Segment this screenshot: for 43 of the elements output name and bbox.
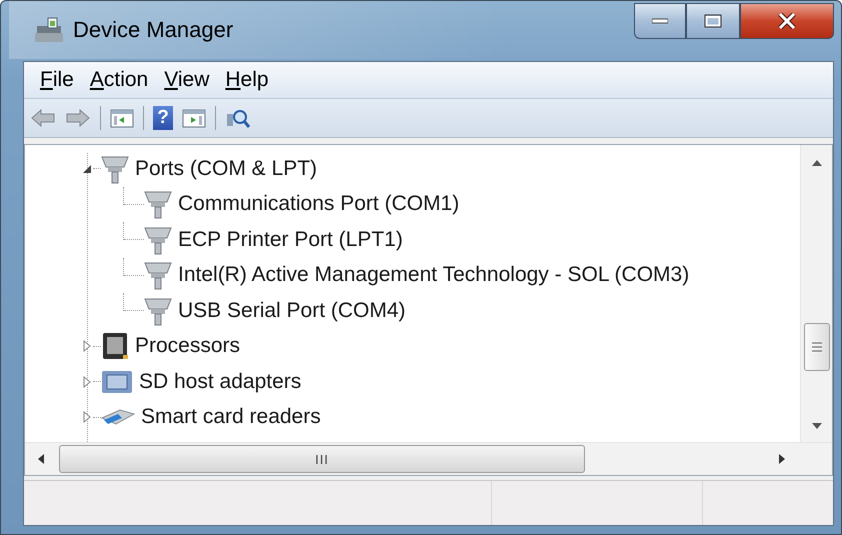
scroll-left-icon[interactable] xyxy=(37,453,45,465)
tree-item[interactable]: ECP Printer Port (LPT1) xyxy=(178,228,403,252)
device-manager-icon xyxy=(33,16,65,44)
port-icon xyxy=(144,260,172,290)
port-icon xyxy=(101,154,129,184)
menu-item[interactable]: Action xyxy=(84,66,154,94)
show-hide-tree-icon[interactable] xyxy=(110,108,134,128)
tree-item[interactable]: Processors xyxy=(135,334,240,358)
show-hide-action-pane-icon[interactable] xyxy=(182,108,206,128)
expand-arrow-icon[interactable] xyxy=(81,340,93,352)
tree-item[interactable]: Intel(R) Active Management Technology - SOL (COM3) xyxy=(178,263,690,288)
scrollbar-thumb[interactable] xyxy=(804,323,830,371)
collapse-arrow-icon[interactable] xyxy=(81,162,93,175)
card-reader-icon xyxy=(101,409,135,426)
tree-item[interactable]: Ports (COM & LPT) xyxy=(135,156,318,181)
vertical-scrollbar[interactable] xyxy=(800,145,832,442)
help-button[interactable]: ? xyxy=(153,106,173,130)
expand-arrow-icon[interactable] xyxy=(81,376,93,388)
forward-arrow-icon[interactable] xyxy=(65,108,91,128)
port-icon xyxy=(144,189,172,220)
tree-item[interactable]: Communications Port (COM1) xyxy=(178,192,460,216)
close-button[interactable] xyxy=(740,3,834,39)
processor-icon xyxy=(101,331,129,362)
minimize-icon xyxy=(652,18,668,24)
scroll-down-icon[interactable] xyxy=(810,422,822,430)
maximize-icon xyxy=(704,14,722,28)
scroll-up-icon[interactable] xyxy=(810,159,822,167)
tree-item[interactable]: SD host adapters xyxy=(139,370,302,394)
maximize-button[interactable] xyxy=(686,3,740,39)
scroll-right-icon[interactable] xyxy=(778,453,786,465)
port-icon xyxy=(144,296,172,326)
window-title: Device Manager xyxy=(73,17,234,43)
back-arrow-icon[interactable] xyxy=(30,108,56,128)
menu-item[interactable]: View xyxy=(158,66,216,94)
expand-arrow-icon[interactable] xyxy=(81,411,93,424)
menu-item[interactable]: File xyxy=(34,66,80,94)
tree-item[interactable]: USB Serial Port (COM4) xyxy=(178,298,406,323)
tree-item[interactable]: Smart card readers xyxy=(141,405,321,430)
scrollbar-thumb[interactable]: III xyxy=(59,445,585,473)
minimize-button[interactable] xyxy=(634,3,686,39)
close-icon xyxy=(777,13,797,29)
port-icon xyxy=(144,224,172,255)
menu-item[interactable]: Help xyxy=(219,66,275,94)
